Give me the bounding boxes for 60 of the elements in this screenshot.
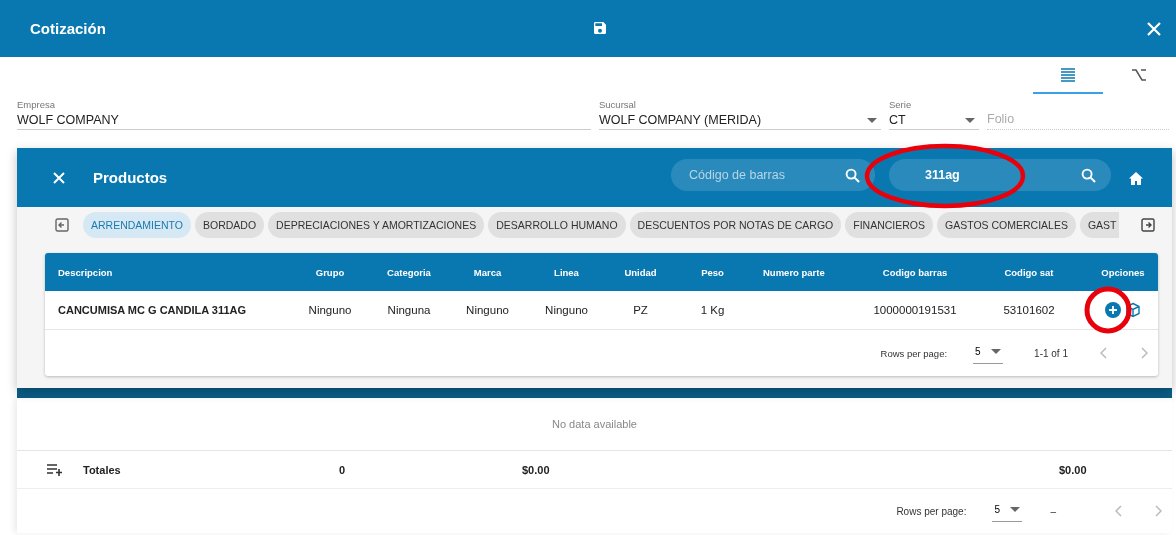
scroll-left-button[interactable] bbox=[55, 218, 69, 232]
totals-total: $0.00 bbox=[1059, 463, 1087, 476]
totals-label: Totales bbox=[83, 463, 121, 476]
rows-per-page-label: Rows per page: bbox=[880, 347, 948, 359]
dialog-title: Productos bbox=[93, 169, 168, 186]
table-cell-text: 1000000191531 bbox=[872, 304, 958, 316]
column-header: Descripcion bbox=[57, 266, 114, 278]
save-button[interactable] bbox=[592, 20, 608, 36]
rows-per-page-select[interactable]: 5 bbox=[992, 500, 1023, 522]
page-range: – bbox=[1050, 505, 1056, 517]
column-header: Codigo barras bbox=[881, 266, 949, 278]
add-button[interactable] bbox=[1105, 302, 1121, 318]
playlist-add-icon bbox=[47, 463, 63, 476]
close-button[interactable] bbox=[1147, 22, 1161, 36]
column-header: Opciones bbox=[1100, 266, 1146, 278]
table-cell-text: Ninguno bbox=[465, 304, 510, 316]
category-chip[interactable]: ARRENDAMIENTO bbox=[83, 212, 191, 238]
category-chip[interactable]: FINANCIEROS bbox=[845, 212, 933, 238]
option-key-icon bbox=[1131, 66, 1147, 83]
column-header: Codigo sat bbox=[1003, 266, 1055, 278]
table-cell-text: Ninguna bbox=[386, 304, 432, 316]
column-header: Peso bbox=[700, 266, 725, 278]
category-chip[interactable]: DEPRECIACIONES Y AMORTIZACIONES bbox=[268, 212, 485, 238]
home-button[interactable] bbox=[1128, 171, 1144, 186]
column-header: Categoria bbox=[386, 266, 432, 278]
search-icon bbox=[845, 168, 860, 183]
window-title: Cotización bbox=[30, 20, 106, 37]
category-chip[interactable]: DESARROLLO HUMANO bbox=[488, 212, 626, 238]
search-icon bbox=[1081, 168, 1096, 183]
category-chip[interactable]: BORDADO bbox=[195, 212, 265, 238]
column-header: Linea bbox=[553, 266, 580, 278]
product-search-field[interactable]: 311ag bbox=[889, 159, 1111, 191]
page-range: 1-1 of 1 bbox=[1034, 347, 1068, 359]
table-cell-text: Ninguno bbox=[544, 304, 589, 316]
column-header: Marca bbox=[472, 266, 503, 278]
rows-per-page-label: Rows per page: bbox=[896, 505, 967, 517]
table-cell-text: 53101602 bbox=[1002, 304, 1056, 316]
empty-message: No data available bbox=[552, 418, 637, 430]
category-chip[interactable]: GASTOS COMERCIALES bbox=[937, 212, 1076, 238]
list-icon bbox=[1060, 66, 1076, 83]
close-button[interactable] bbox=[52, 170, 66, 185]
highlight-circle bbox=[1084, 286, 1132, 334]
empresa-field[interactable]: Empresa WOLF COMPANY bbox=[17, 99, 591, 130]
totals-subtotal: $0.00 bbox=[522, 463, 550, 476]
rows-per-page-select[interactable]: 5 bbox=[973, 342, 1004, 364]
category-chip[interactable]: DESCUENTOS POR NOTAS DE CARGO bbox=[629, 212, 842, 238]
column-header: Numero parte bbox=[762, 266, 826, 278]
table-cell-text: CANCUMISA MC G CANDILA 311AG bbox=[57, 304, 248, 316]
column-header: Unidad bbox=[623, 266, 658, 278]
totals-quantity: 0 bbox=[339, 463, 346, 476]
table-cell-text: PZ bbox=[632, 304, 649, 316]
table-cell-text: Ninguno bbox=[307, 304, 353, 316]
barcode-search-field[interactable]: Código de barras bbox=[671, 159, 875, 191]
scroll-right-button[interactable] bbox=[1141, 218, 1155, 232]
serie-select[interactable]: Serie CT bbox=[889, 99, 979, 130]
sucursal-select[interactable]: Sucursal WOLF COMPANY (MERIDA) bbox=[599, 99, 881, 130]
category-chip[interactable]: GAST bbox=[1079, 212, 1119, 238]
table-cell-text: 1 Kg bbox=[699, 304, 726, 316]
folio-field[interactable]: Folio bbox=[987, 112, 1169, 130]
column-header: Grupo bbox=[314, 266, 346, 278]
